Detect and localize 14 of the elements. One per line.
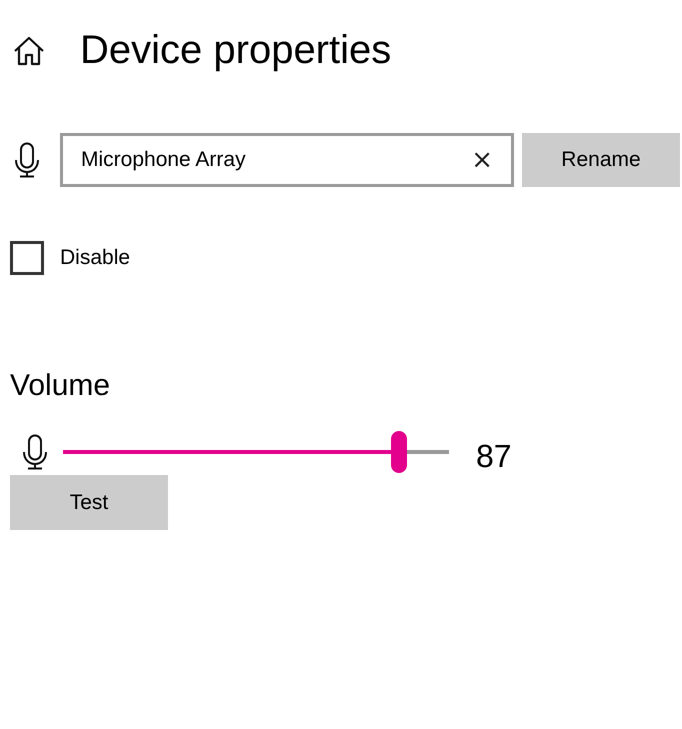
volume-heading: Volume	[10, 369, 110, 403]
test-button[interactable]: Test	[10, 475, 168, 530]
clear-icon[interactable]: ×	[471, 147, 493, 173]
microphone-icon	[22, 434, 48, 470]
volume-slider[interactable]	[63, 430, 449, 472]
name-field[interactable]: Microphone Array ×	[60, 133, 514, 187]
microphone-icon	[14, 142, 40, 178]
volume-value: 87	[476, 438, 512, 475]
page-title: Device properties	[80, 28, 392, 73]
disable-label: Disable	[60, 246, 130, 270]
disable-checkbox[interactable]	[10, 241, 44, 275]
rename-button[interactable]: Rename	[522, 133, 680, 187]
slider-thumb[interactable]	[390, 430, 407, 472]
home-icon[interactable]	[12, 36, 46, 66]
